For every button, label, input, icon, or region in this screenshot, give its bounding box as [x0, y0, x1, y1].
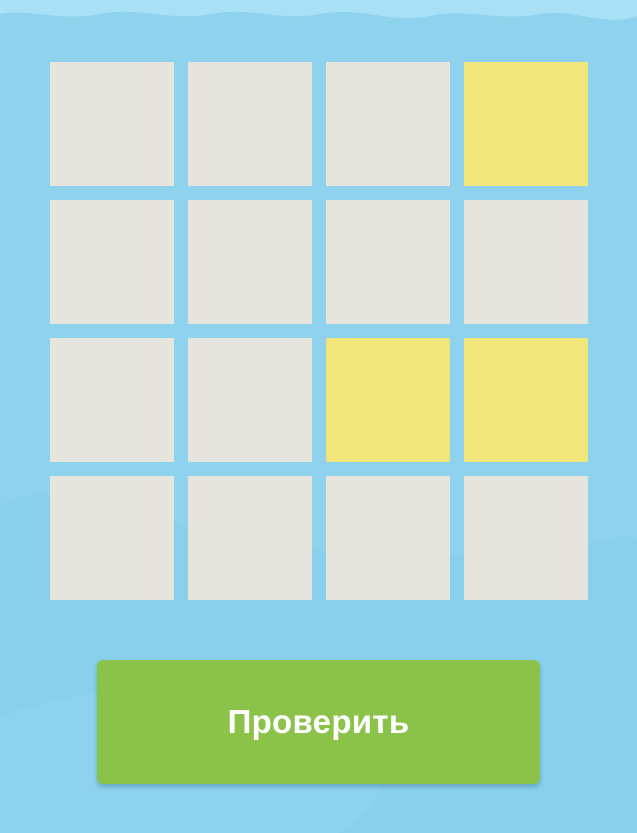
tile-grid: [50, 62, 588, 600]
grid-tile-r2-c1[interactable]: [50, 200, 174, 324]
grid-tile-r2-c2[interactable]: [188, 200, 312, 324]
grid-tile-r2-c3[interactable]: [326, 200, 450, 324]
grid-tile-r4-c1[interactable]: [50, 476, 174, 600]
grid-tile-r1-c1[interactable]: [50, 62, 174, 186]
grid-tile-r4-c2[interactable]: [188, 476, 312, 600]
check-button-label: Проверить: [227, 703, 410, 740]
grid-tile-r1-c2[interactable]: [188, 62, 312, 186]
grid-tile-r3-c4[interactable]: [464, 338, 588, 462]
grid-tile-r3-c3[interactable]: [326, 338, 450, 462]
grid-tile-r1-c3[interactable]: [326, 62, 450, 186]
grid-tile-r4-c4[interactable]: [464, 476, 588, 600]
check-button[interactable]: Проверить: [97, 660, 540, 784]
grid-tile-r3-c2[interactable]: [188, 338, 312, 462]
grid-tile-r4-c3[interactable]: [326, 476, 450, 600]
grid-tile-r3-c1[interactable]: [50, 338, 174, 462]
grid-tile-r2-c4[interactable]: [464, 200, 588, 324]
grid-tile-r1-c4[interactable]: [464, 62, 588, 186]
